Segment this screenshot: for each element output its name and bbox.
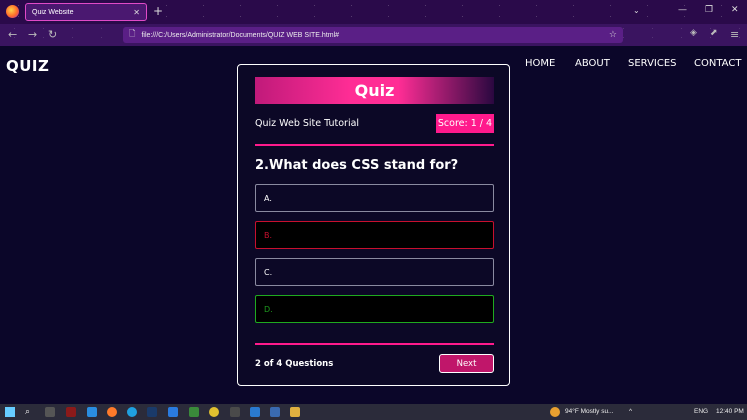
browser-toolbar: ← → ↻ 🗋 file:///C:/Users/Administrator/D… [0, 24, 747, 46]
quiz-card: Quiz Quiz Web Site Tutorial Score: 1 / 4… [237, 64, 510, 386]
photoshop-icon[interactable] [147, 407, 157, 417]
forward-icon[interactable]: → [28, 28, 37, 41]
option-d[interactable]: D. [255, 295, 494, 323]
question-progress: 2 of 4 Questions [255, 359, 334, 369]
acrobat-icon[interactable] [66, 407, 76, 417]
site-logo[interactable]: QUIZ [6, 57, 49, 75]
new-tab-button[interactable]: + [153, 4, 163, 18]
chrome-icon[interactable] [209, 407, 219, 417]
page-content: QUIZ HOME ABOUT SERVICES CONTACT Quiz Qu… [0, 46, 747, 404]
score-badge: Score: 1 / 4 [436, 114, 494, 133]
nav-about[interactable]: ABOUT [575, 58, 610, 69]
task-view-icon[interactable] [45, 407, 55, 417]
page-icon: 🗋 [129, 29, 136, 38]
option-b-label: B. [264, 230, 273, 240]
language-indicator[interactable]: ENG [694, 408, 708, 415]
vscode-icon[interactable] [250, 407, 260, 417]
close-window-button[interactable]: ✕ [731, 5, 739, 15]
quiz-header: Quiz [255, 77, 494, 104]
option-d-label: D. [264, 304, 273, 314]
top-divider [255, 144, 494, 146]
windows-start-icon[interactable] [5, 407, 15, 417]
app-icon[interactable] [189, 407, 199, 417]
app-icon-2[interactable] [230, 407, 240, 417]
reload-icon[interactable]: ↻ [48, 28, 57, 41]
bookmark-star-icon[interactable]: ☆ [609, 30, 617, 40]
maximize-button[interactable]: ❐ [705, 5, 713, 15]
firefox-logo-icon [6, 5, 19, 18]
option-a-label: A. [264, 193, 272, 203]
close-tab-icon[interactable]: ✕ [133, 8, 140, 17]
url-text[interactable]: file:///C:/Users/Administrator/Documents… [141, 32, 608, 39]
url-bar[interactable]: 🗋 file:///C:/Users/Administrator/Documen… [123, 27, 623, 43]
quiz-subtitle: Quiz Web Site Tutorial [255, 118, 360, 129]
edge-icon[interactable] [127, 407, 137, 417]
nav-services[interactable]: SERVICES [628, 58, 677, 69]
browser-tab[interactable]: Quiz Website ✕ [25, 3, 147, 21]
quiz-title: Quiz [354, 81, 395, 100]
file-explorer-icon[interactable] [290, 407, 300, 417]
tray-expand-icon[interactable]: ^ [629, 408, 632, 415]
option-c[interactable]: C. [255, 258, 494, 286]
extensions-icon[interactable]: ⬈ [710, 28, 718, 38]
clock[interactable]: 12:40 PM [716, 408, 744, 415]
tab-title: Quiz Website [32, 8, 74, 16]
bluetooth-icon[interactable] [168, 407, 178, 417]
option-b[interactable]: B. [255, 221, 494, 249]
pocket-icon[interactable]: ◈ [690, 28, 697, 38]
firefox-taskbar-icon[interactable] [107, 407, 117, 417]
weather-text[interactable]: 94°F Mostly su... [565, 408, 613, 415]
list-tabs-icon[interactable]: ⌄ [633, 6, 640, 15]
option-c-label: C. [264, 267, 273, 277]
back-icon[interactable]: ← [8, 28, 17, 41]
browser-tab-bar: Quiz Website ✕ + ⌄ — ❐ ✕ [0, 0, 747, 24]
nav-contact[interactable]: CONTACT [694, 58, 741, 69]
telegram-icon[interactable] [87, 407, 97, 417]
minimize-button[interactable]: — [678, 5, 687, 15]
question-text: 2.What does CSS stand for? [255, 158, 459, 173]
weather-icon [550, 407, 560, 417]
hamburger-menu-icon[interactable]: ≡ [730, 28, 739, 41]
option-a[interactable]: A. [255, 184, 494, 212]
next-button[interactable]: Next [439, 354, 494, 373]
nav-home[interactable]: HOME [525, 58, 555, 69]
app-icon-3[interactable] [270, 407, 280, 417]
bottom-divider [255, 343, 494, 345]
search-icon[interactable]: ⌕ [25, 406, 30, 417]
windows-taskbar: ⌕ 94°F Mostly su... ^ ENG 12:40 PM [0, 404, 747, 420]
